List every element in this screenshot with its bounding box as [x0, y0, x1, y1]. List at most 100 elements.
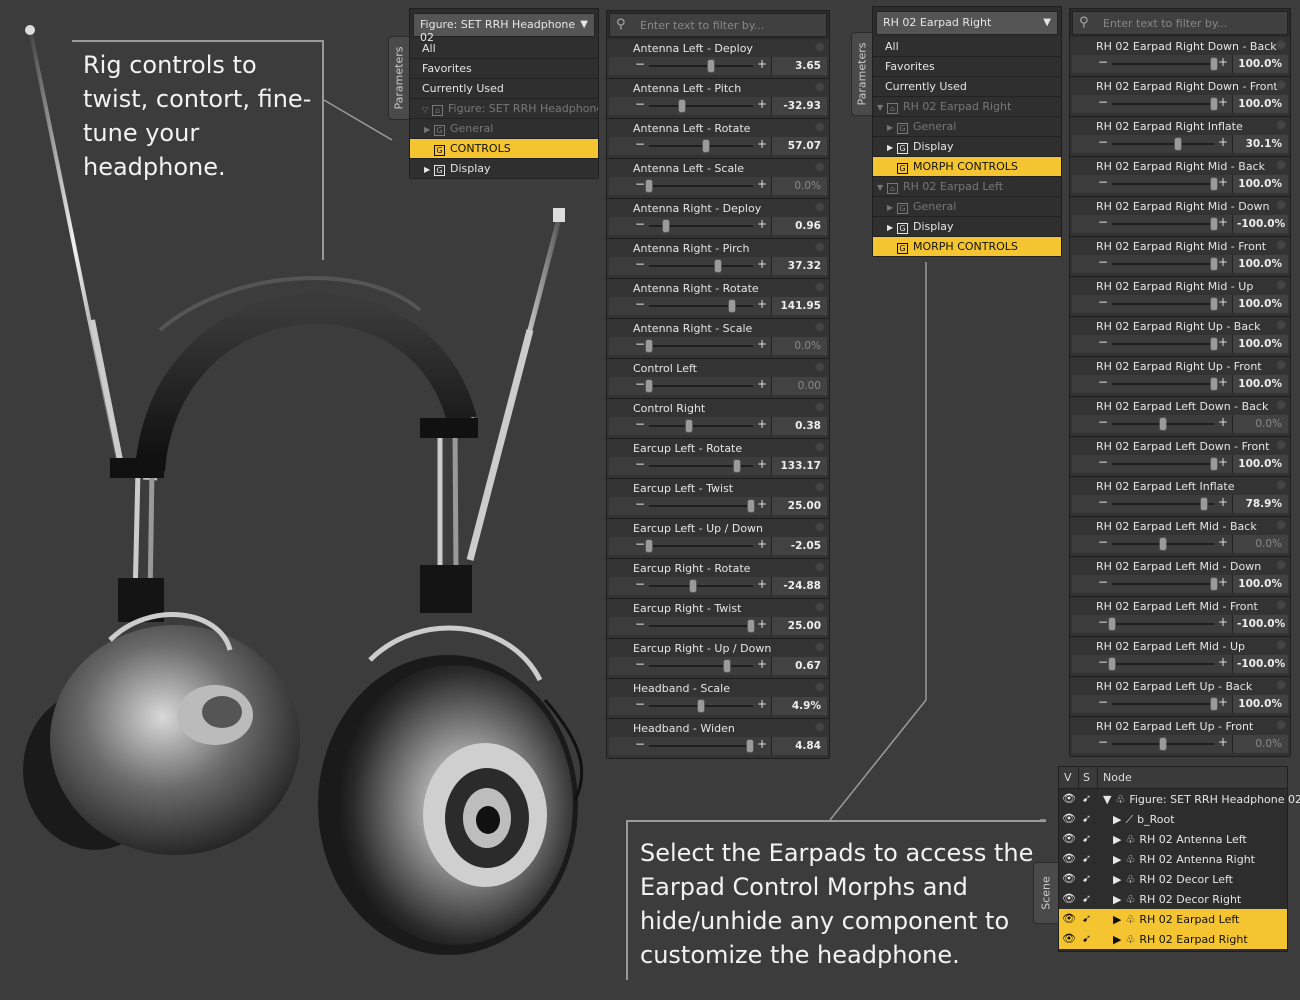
increment-button[interactable]: + [757, 177, 767, 191]
decrement-button[interactable]: − [1098, 655, 1108, 669]
parameter-value-field[interactable]: 4.9% [771, 697, 827, 715]
gear-icon[interactable] [1276, 320, 1286, 330]
increment-button[interactable]: + [1218, 415, 1228, 429]
slider-track-area[interactable]: − + -100.0% [1072, 615, 1288, 633]
decrement-button[interactable]: − [635, 57, 645, 71]
parameter-slider[interactable]: Antenna Left - Scale − +0.0% [607, 159, 829, 199]
gear-icon[interactable] [1276, 40, 1286, 50]
gear-icon[interactable] [1276, 720, 1286, 730]
slider-track-area[interactable]: − + -100.0% [1072, 215, 1288, 233]
slider-track-area[interactable]: − +100.0% [1072, 455, 1288, 473]
slider-thumb[interactable] [1210, 257, 1218, 271]
collapsed-icon[interactable]: ▶ [1113, 853, 1121, 866]
parameter-slider[interactable]: Earcup Left - Twist − +25.00 [607, 479, 829, 519]
selectable-column[interactable]: S [1083, 771, 1090, 784]
scene-node-row[interactable]: 👁 ➹ ▶ ♧ RH 02 Antenna Left [1059, 829, 1287, 849]
increment-button[interactable]: + [1218, 375, 1228, 389]
gear-icon[interactable] [815, 242, 825, 252]
parameter-value-field[interactable]: 25.00 [771, 617, 827, 635]
decrement-button[interactable]: − [635, 377, 645, 391]
slider-track[interactable] [649, 425, 753, 427]
parameter-value-field[interactable]: -100.0% [1232, 615, 1288, 633]
parameter-value-field[interactable]: 0.67 [771, 657, 827, 675]
slider-thumb[interactable] [746, 499, 755, 513]
slider-track[interactable] [1112, 223, 1214, 225]
increment-button[interactable]: + [1218, 495, 1228, 509]
increment-button[interactable]: + [757, 617, 767, 631]
slider-track[interactable] [649, 105, 753, 107]
parameter-slider[interactable]: RH 02 Earpad Left Mid - Down − +100.0% [1070, 557, 1290, 597]
slider-track-area[interactable]: − + -32.93 [609, 97, 827, 115]
slider-track[interactable] [1112, 703, 1214, 705]
eye-icon[interactable]: 👁 [1062, 852, 1076, 865]
scene-node-row[interactable]: 👁 ➹ ▶ ♧ RH 02 Earpad Left [1059, 909, 1287, 929]
parameter-slider[interactable]: RH 02 Earpad Right Mid - Down − + -100.0% [1070, 197, 1290, 237]
slider-track[interactable] [1112, 143, 1214, 145]
gear-icon[interactable] [1276, 120, 1286, 130]
eye-icon[interactable]: 👁 [1062, 892, 1076, 905]
cursor-icon[interactable]: ➹ [1082, 792, 1091, 805]
increment-button[interactable]: + [1218, 295, 1228, 309]
slider-track-area[interactable]: − +57.07 [609, 137, 827, 155]
gear-icon[interactable] [1276, 600, 1286, 610]
gear-icon[interactable] [815, 482, 825, 492]
gear-icon[interactable] [815, 322, 825, 332]
parameter-slider[interactable]: RH 02 Earpad Right Down - Back − +100.0% [1070, 37, 1290, 77]
tree-item-general[interactable]: ▶ G General [410, 119, 598, 139]
eye-icon[interactable]: 👁 [1062, 912, 1076, 925]
slider-thumb[interactable] [1159, 537, 1167, 551]
decrement-button[interactable]: − [635, 577, 645, 591]
parameter-value-field[interactable]: 4.84 [771, 737, 827, 755]
eye-icon[interactable]: 👁 [1062, 872, 1076, 885]
expand-icon[interactable]: ▼ [1103, 793, 1111, 806]
tab-parameters-right[interactable]: Parameters [851, 32, 873, 116]
tree-item-currently-used[interactable]: Currently Used [410, 79, 598, 99]
slider-track-area[interactable]: − +0.0% [1072, 415, 1288, 433]
slider-track[interactable] [649, 505, 753, 507]
slider-thumb[interactable] [1210, 177, 1218, 191]
decrement-button[interactable]: − [635, 417, 645, 431]
slider-thumb[interactable] [1210, 97, 1218, 111]
slider-track-area[interactable]: − +30.1% [1072, 135, 1288, 153]
increment-button[interactable]: + [757, 57, 767, 71]
increment-button[interactable]: + [1218, 255, 1228, 269]
increment-button[interactable]: + [1218, 615, 1228, 629]
parameter-value-field[interactable]: 0.0% [1232, 735, 1288, 753]
tree-item-display[interactable]: ▶ G Display [873, 137, 1061, 157]
slider-thumb[interactable] [746, 619, 755, 633]
parameter-slider[interactable]: RH 02 Earpad Left Down - Back − +0.0% [1070, 397, 1290, 437]
tree-item-display[interactable]: ▶ G Display [410, 159, 598, 179]
increment-button[interactable]: + [1218, 55, 1228, 69]
gear-icon[interactable] [1276, 160, 1286, 170]
decrement-button[interactable]: − [635, 697, 645, 711]
decrement-button[interactable]: − [635, 737, 645, 751]
parameter-value-field[interactable]: 100.0% [1232, 375, 1288, 393]
decrement-button[interactable]: − [635, 497, 645, 511]
decrement-button[interactable]: − [1098, 455, 1108, 469]
slider-thumb[interactable] [713, 259, 722, 273]
parameter-value-field[interactable]: 0.0% [771, 337, 827, 355]
gear-icon[interactable] [1276, 360, 1286, 370]
gear-icon[interactable] [815, 122, 825, 132]
parameter-slider[interactable]: Antenna Right - Pirch − +37.32 [607, 239, 829, 279]
slider-track[interactable] [1112, 463, 1214, 465]
tree-item-figure[interactable]: ▽⌂Figure: SET RRH Headphone 02 [410, 99, 598, 119]
parameter-value-field[interactable]: 78.9% [1232, 495, 1288, 513]
slider-track[interactable] [649, 665, 753, 667]
slider-track-area[interactable]: − +0.67 [609, 657, 827, 675]
slider-track[interactable] [649, 385, 753, 387]
parameter-slider[interactable]: RH 02 Earpad Left Up - Back − +100.0% [1070, 677, 1290, 717]
parameter-slider[interactable]: Earcup Right - Rotate − + -24.88 [607, 559, 829, 599]
decrement-button[interactable]: − [1098, 375, 1108, 389]
collapsed-icon[interactable]: ▶ [1113, 813, 1121, 826]
slider-track-area[interactable]: − +78.9% [1072, 495, 1288, 513]
decrement-button[interactable]: − [1098, 55, 1108, 69]
slider-thumb[interactable] [1159, 417, 1167, 431]
increment-button[interactable]: + [1218, 175, 1228, 189]
parameter-slider[interactable]: RH 02 Earpad Right Up - Front − +100.0% [1070, 357, 1290, 397]
gear-icon[interactable] [1276, 440, 1286, 450]
gear-icon[interactable] [815, 522, 825, 532]
tree-item-earpad-right[interactable]: ▼ ⌂ RH 02 Earpad Right [873, 97, 1061, 117]
visibility-column[interactable]: V [1064, 771, 1072, 784]
parameter-value-field[interactable]: 0.00 [771, 377, 827, 395]
